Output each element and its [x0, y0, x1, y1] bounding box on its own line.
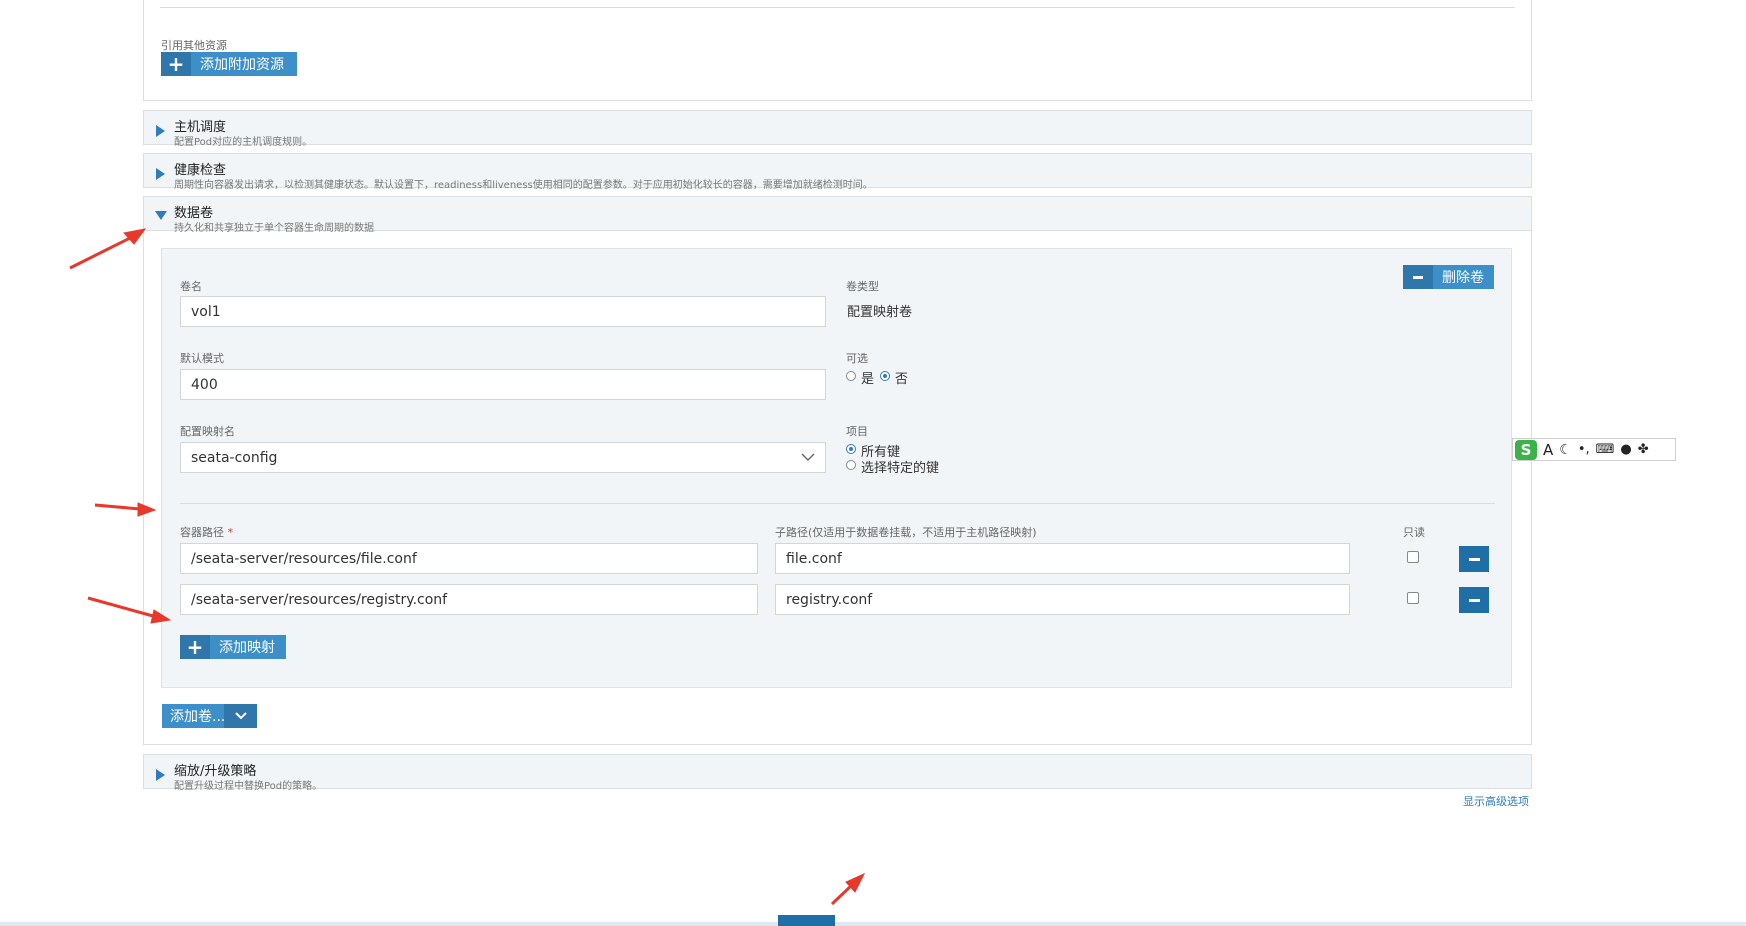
arrow-to-volumes — [69, 236, 131, 270]
annotation-arrows — [69, 228, 866, 906]
arrow-to-configmap — [94, 503, 141, 511]
arrow-to-mount-path — [87, 596, 154, 618]
